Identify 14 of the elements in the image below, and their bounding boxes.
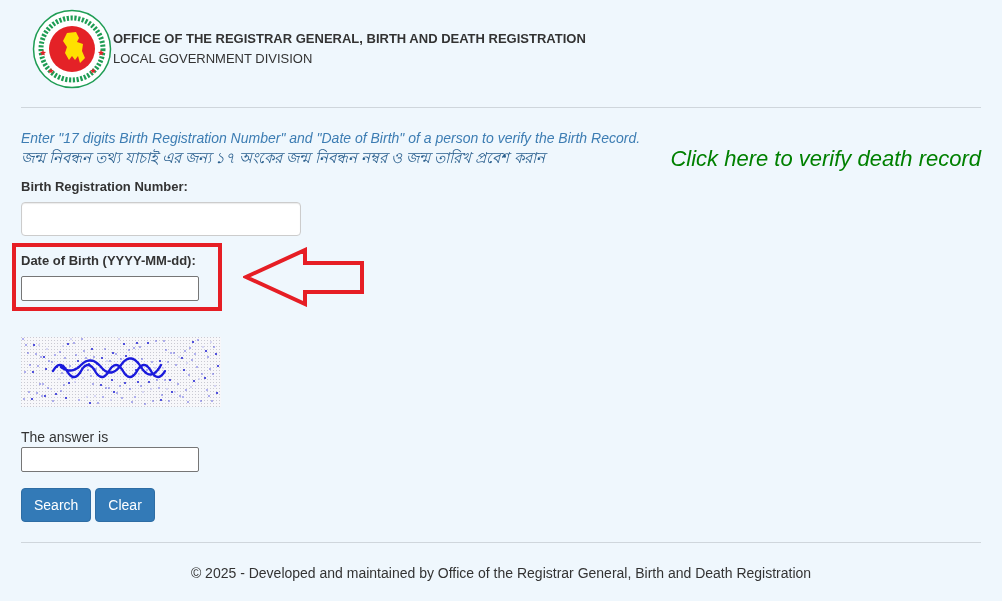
field-label: Birth Registration Number: [21, 178, 188, 196]
office-title: OFFICE OF THE REGISTRAR GENERAL, BIRTH AND DEATH REGISTRATION [113, 30, 586, 48]
footer-text: © 2025 - Developed and maintained by Office of the Registrar General, Birth and Death Registration [189, 564, 813, 583]
division-subtitle: LOCAL GOVERNMENT DIVISION [113, 50, 314, 68]
bangla-instruction-text: জন্ম নিবন্ধন তথ্য যাচাই এর জন্য ১৭ অংকের জন্ম নিবন্ধন নম্বর ও জন্ম তারিখ প্রবেশ করান [21, 148, 641, 168]
captcha-answer-label: The answer is [21, 428, 109, 447]
field-label: Date of Birth (YYYY-MM-dd): [21, 252, 196, 270]
input-field[interactable] [21, 202, 301, 236]
input-field[interactable] [21, 447, 199, 472]
clear-button[interactable]: Clear [95, 488, 155, 522]
instruction-text: Enter "17 digits Birth Registration Number" and "Date of Birth" of a person to verify the Birth Record. [21, 129, 641, 148]
search-button[interactable]: Search [21, 488, 92, 522]
input-field[interactable] [21, 276, 199, 301]
death-record-link[interactable]: Click here to verify death record [670, 146, 981, 172]
